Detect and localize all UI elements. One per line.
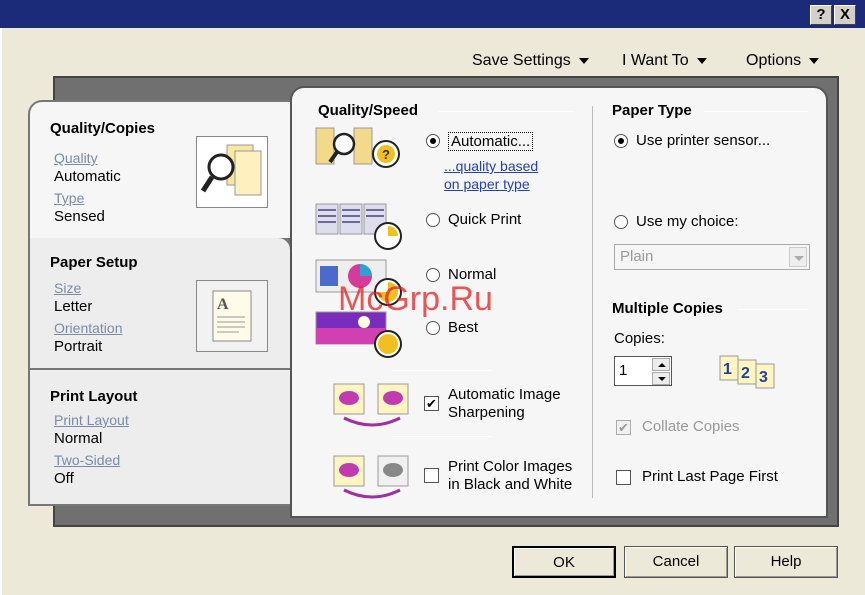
i-want-to-menu[interactable]: I Want To [622,52,707,70]
paper-type-link[interactable]: on paper type [444,176,530,192]
quality-value: Automatic [54,168,121,185]
quick-print-radio[interactable] [426,213,440,227]
quality-link[interactable]: Quality [54,150,98,166]
paper-type-title: Paper Type [612,102,692,119]
chevron-down-icon[interactable] [789,247,807,267]
use-my-choice-label: Use my choice: [636,213,739,230]
watermark-text: McGrp.Ru [338,280,493,318]
svg-text:?: ? [382,147,390,162]
best-radio[interactable] [426,321,440,335]
use-my-choice-radio[interactable] [614,215,628,229]
divider [392,436,492,437]
tab-print-layout[interactable]: Print Layout Print Layout Normal Two-Sid… [28,368,292,506]
chevron-down-icon [578,57,589,64]
tab-quality-copies[interactable]: Quality/Copies Quality Automatic Type Se… [28,100,292,238]
orientation-value: Portrait [54,338,103,355]
tab-paper-setup[interactable]: Paper Setup Size Letter Orientation Port… [28,236,292,370]
print-layout-link[interactable]: Print Layout [54,412,129,428]
divider [438,111,574,112]
tab-title: Paper Setup [50,254,138,271]
size-link[interactable]: Size [54,280,81,296]
column-separator [592,106,593,498]
save-settings-menu[interactable]: Save Settings [472,52,589,70]
black-white-checkbox[interactable] [424,468,439,483]
quality-based-link[interactable]: ...quality based [444,158,538,174]
svg-text:2: 2 [741,365,750,382]
close-title-button[interactable]: X [834,5,856,25]
i-want-to-label: I Want To [622,52,689,69]
last-page-first-label: Print Last Page First [642,468,778,485]
black-white-label-line2: in Black and White [448,476,573,493]
divider [704,111,808,112]
best-label: Best [448,319,479,336]
type-link[interactable]: Type [54,190,84,206]
print-layout-value: Normal [54,430,103,447]
sharpening-label-line2: Sharpening [448,404,525,421]
use-printer-sensor-label: Use printer sensor... [636,132,771,149]
size-value: Letter [54,298,93,315]
paper-type-dropdown-value: Plain [620,248,654,265]
chevron-down-icon [696,57,707,64]
chevron-down-icon [809,57,820,64]
help-title-button[interactable]: ? [810,5,832,25]
automatic-radio[interactable] [426,134,440,148]
orientation-link[interactable]: Orientation [54,320,122,336]
quick-print-icon [314,202,404,254]
svg-text:1: 1 [723,361,732,378]
two-sided-value: Off [54,470,74,487]
tab-title: Quality/Copies [50,120,156,137]
use-printer-sensor-radio[interactable] [614,134,628,148]
magnifier-pages-icon [196,136,268,208]
copies-stepper[interactable]: 1 [614,356,672,386]
paper-type-dropdown[interactable]: Plain [614,244,810,270]
black-white-icon [332,452,416,500]
quality-speed-title: Quality/Speed [318,102,419,119]
cancel-button[interactable]: Cancel [624,546,728,578]
black-white-label-line1: Print Color Images [448,458,573,475]
type-value: Sensed [54,208,105,225]
automatic-label[interactable]: Automatic... [448,132,534,151]
copies-value[interactable]: 1 [619,362,627,379]
tab-title: Print Layout [50,388,138,405]
svg-text:A: A [217,296,229,313]
copies-label: Copies: [614,330,665,347]
divider [392,370,492,371]
help-button[interactable]: Help [734,546,838,578]
options-menu[interactable]: Options [746,52,820,70]
ok-button[interactable]: OK [512,546,616,578]
svg-text:3: 3 [759,369,768,386]
title-bar: ? X [0,0,865,28]
document-icon: A [196,280,268,352]
collate-checkbox[interactable]: ✔ [616,420,631,435]
quick-print-label: Quick Print [448,211,522,228]
sharpening-label-line1: Automatic Image [448,386,561,403]
collate-label: Collate Copies [642,418,740,435]
options-label: Options [746,52,802,69]
save-settings-label: Save Settings [472,52,571,69]
divider [738,309,808,310]
sharpening-checkbox[interactable]: ✔ [424,396,439,411]
spin-up-icon[interactable] [652,358,670,371]
automatic-quality-icon: ? [314,124,404,176]
image-sharpening-icon [332,380,416,428]
two-sided-link[interactable]: Two-Sided [54,452,120,468]
copies-123-icon: 1 2 3 [718,352,780,390]
multiple-copies-title: Multiple Copies [612,300,723,317]
last-page-first-checkbox[interactable] [616,470,631,485]
spin-down-icon[interactable] [652,372,670,385]
